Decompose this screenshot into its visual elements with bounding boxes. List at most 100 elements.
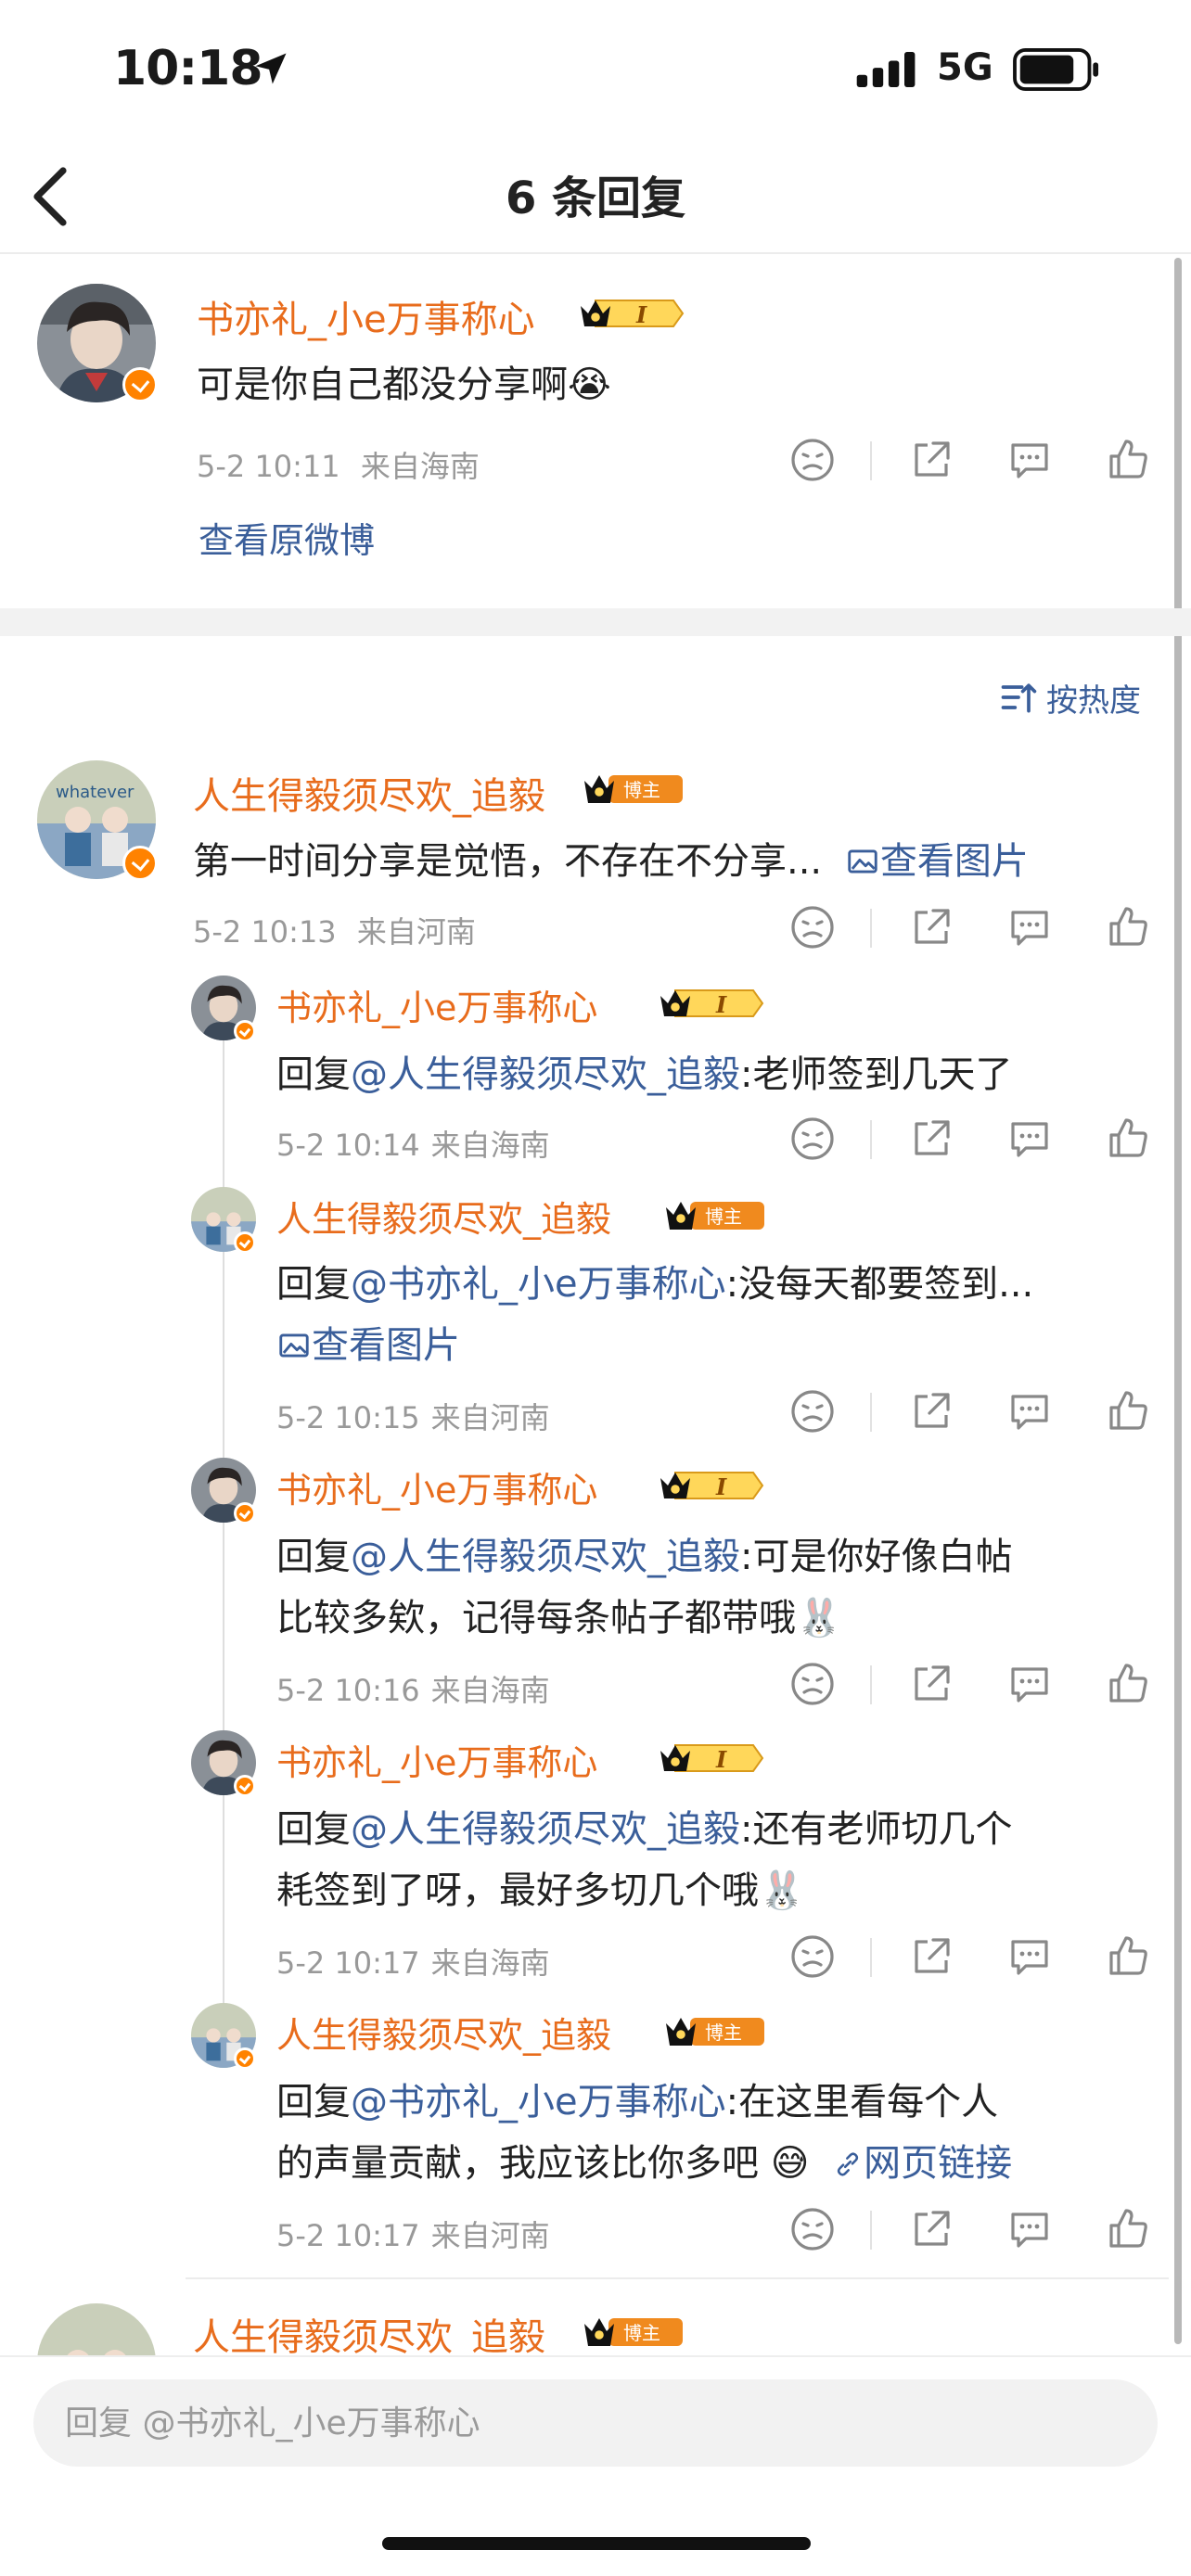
comment-icon[interactable] bbox=[1005, 903, 1054, 951]
username[interactable]: 人生得毅须尽欢_追毅 bbox=[276, 1191, 611, 1242]
blogger-badge-icon: 博主 bbox=[664, 1196, 766, 1233]
reply-body-line2: 的声量贡献，我应该比你多吧 😅 bbox=[276, 2142, 810, 2185]
verified-badge-icon bbox=[122, 846, 158, 881]
reply-location: 来自海南 bbox=[430, 1673, 550, 1708]
reply-date: 5-2 10:15 bbox=[276, 1400, 420, 1435]
dislike-icon[interactable] bbox=[788, 1387, 837, 1435]
sort-label: 按热度 bbox=[1046, 682, 1141, 720]
comment-icon[interactable] bbox=[1005, 2205, 1054, 2253]
action-divider bbox=[870, 909, 872, 948]
svg-text:I: I bbox=[715, 1473, 727, 1500]
reply-text: 回复@人生得毅须尽欢_追毅:老师签到几天了 bbox=[276, 1044, 1012, 1098]
view-original-link[interactable]: 查看原微博 bbox=[198, 512, 375, 563]
reply-meta: 5-2 10:16 来自海南 bbox=[276, 1667, 550, 1710]
mention-link[interactable]: @书亦礼_小e万事称心 bbox=[351, 2081, 726, 2123]
mention-link[interactable]: @人生得毅须尽欢_追毅 bbox=[351, 1808, 740, 1851]
username[interactable]: 书亦礼_小e万事称心 bbox=[197, 289, 535, 343]
username[interactable]: 书亦礼_小e万事称心 bbox=[276, 979, 597, 1030]
action-divider bbox=[870, 1938, 872, 1977]
username[interactable]: 人生得毅须尽欢_追毅 bbox=[276, 2007, 611, 2058]
dislike-icon[interactable] bbox=[788, 1660, 837, 1708]
dislike-icon[interactable] bbox=[788, 436, 837, 484]
like-icon[interactable] bbox=[1104, 1932, 1152, 1981]
sort-button[interactable]: 按热度 bbox=[998, 671, 1141, 723]
share-icon[interactable] bbox=[907, 1115, 955, 1163]
svg-text:whatever: whatever bbox=[56, 783, 134, 802]
reply-body: :还有老师切几个 bbox=[740, 1808, 1013, 1851]
crown-level-badge-icon[interactable]: I bbox=[657, 985, 764, 1022]
comment-icon[interactable] bbox=[1005, 1660, 1054, 1708]
verified-badge-icon bbox=[234, 1775, 256, 1797]
comment-date: 5-2 10:13 bbox=[193, 914, 337, 950]
link-icon bbox=[837, 2152, 859, 2176]
reply-actions bbox=[788, 2205, 1159, 2261]
comment-body: 第一时间分享是觉悟，不存在不分享... bbox=[193, 840, 823, 883]
web-link[interactable]: 网页链接 bbox=[832, 2142, 1012, 2185]
like-icon[interactable] bbox=[1104, 903, 1152, 951]
sort-icon bbox=[1001, 683, 1037, 713]
comment-actions bbox=[788, 436, 1159, 491]
username[interactable]: 书亦礼_小e万事称心 bbox=[276, 1734, 597, 1785]
reply-meta: 5-2 10:17 来自河南 bbox=[276, 2213, 550, 2255]
mention-link[interactable]: @书亦礼_小e万事称心 bbox=[351, 1263, 726, 1306]
share-icon[interactable] bbox=[907, 2205, 955, 2253]
comment-text: 可是你自己都没分享啊😭 bbox=[197, 363, 611, 406]
dislike-icon[interactable] bbox=[788, 1115, 837, 1163]
share-icon[interactable] bbox=[907, 903, 955, 951]
view-image-link[interactable]: 查看图片 bbox=[845, 840, 1029, 883]
badge-label: 博主 bbox=[705, 1205, 742, 1228]
share-icon[interactable] bbox=[907, 1932, 955, 1981]
username[interactable]: 人生得毅须尽欢_追毅 bbox=[193, 2307, 545, 2361]
like-icon[interactable] bbox=[1104, 1387, 1152, 1435]
reply-body: :在这里看每个人 bbox=[725, 2081, 999, 2123]
home-indicator[interactable] bbox=[382, 2537, 811, 2550]
like-icon[interactable] bbox=[1104, 1660, 1152, 1708]
share-icon[interactable] bbox=[907, 436, 955, 484]
username[interactable]: 人生得毅须尽欢_追毅 bbox=[193, 766, 545, 820]
like-icon[interactable] bbox=[1104, 436, 1152, 484]
verified-badge-icon bbox=[122, 367, 158, 402]
comment-text: 第一时间分享是觉悟，不存在不分享... 查看图片 bbox=[193, 831, 1029, 885]
comment-icon[interactable] bbox=[1005, 436, 1054, 484]
reply-location: 来自河南 bbox=[430, 1400, 550, 1435]
like-icon[interactable] bbox=[1104, 1115, 1152, 1163]
reply-meta: 5-2 10:15 来自河南 bbox=[276, 1395, 550, 1437]
comment-location: 来自河南 bbox=[356, 914, 476, 950]
action-divider bbox=[870, 1120, 872, 1159]
reply-actions bbox=[788, 1387, 1159, 1443]
image-icon bbox=[848, 849, 877, 874]
reply-meta: 5-2 10:17 来自海南 bbox=[276, 1940, 550, 1983]
username[interactable]: 书亦礼_小e万事称心 bbox=[276, 1461, 597, 1512]
blogger-badge-icon: 博主 bbox=[664, 2012, 766, 2049]
share-icon[interactable] bbox=[907, 1387, 955, 1435]
root-comment: 书亦礼_小e万事称心 I 可是你自己都没分享啊😭 5-2 10:11 来自海南 bbox=[0, 0, 1191, 608]
crown-level-badge-icon[interactable]: I bbox=[657, 1740, 764, 1777]
comment-actions bbox=[788, 903, 1159, 959]
mention-link[interactable]: @人生得毅须尽欢_追毅 bbox=[351, 1053, 740, 1096]
comment-icon[interactable] bbox=[1005, 1115, 1054, 1163]
reply-meta: 5-2 10:14 来自海南 bbox=[276, 1122, 550, 1165]
comment-icon[interactable] bbox=[1005, 1932, 1054, 1981]
reply-actions bbox=[788, 1660, 1159, 1715]
mention-link[interactable]: @人生得毅须尽欢_追毅 bbox=[351, 1536, 740, 1578]
blogger-badge-icon: 博主 bbox=[583, 770, 685, 807]
view-image-link[interactable]: 查看图片 bbox=[276, 1315, 460, 1369]
comment-icon[interactable] bbox=[1005, 1387, 1054, 1435]
dislike-icon[interactable] bbox=[788, 1932, 837, 1981]
action-divider bbox=[870, 2211, 872, 2250]
share-icon[interactable] bbox=[907, 1660, 955, 1708]
comment-date: 5-2 10:11 bbox=[197, 449, 340, 484]
dislike-icon[interactable] bbox=[788, 903, 837, 951]
reply-text-line2: 比较多欸，记得每条帖子都带哦🐰 bbox=[276, 1597, 842, 1639]
like-icon[interactable] bbox=[1104, 2205, 1152, 2253]
reply-text: 回复@书亦礼_小e万事称心:在这里看每个人 bbox=[276, 2072, 998, 2125]
reply-location: 来自海南 bbox=[430, 1128, 550, 1163]
reply-prefix: 回复 bbox=[276, 1053, 351, 1096]
reply-input[interactable] bbox=[33, 2379, 1158, 2467]
reply-prefix: 回复 bbox=[276, 1536, 351, 1578]
dislike-icon[interactable] bbox=[788, 2205, 837, 2253]
reply-prefix: 回复 bbox=[276, 1808, 351, 1851]
crown-level-badge-icon[interactable]: I bbox=[577, 295, 685, 332]
crown-level-badge-icon[interactable]: I bbox=[657, 1467, 764, 1504]
reply-text: 回复@书亦礼_小e万事称心:没每天都要签到... bbox=[276, 1254, 1033, 1307]
